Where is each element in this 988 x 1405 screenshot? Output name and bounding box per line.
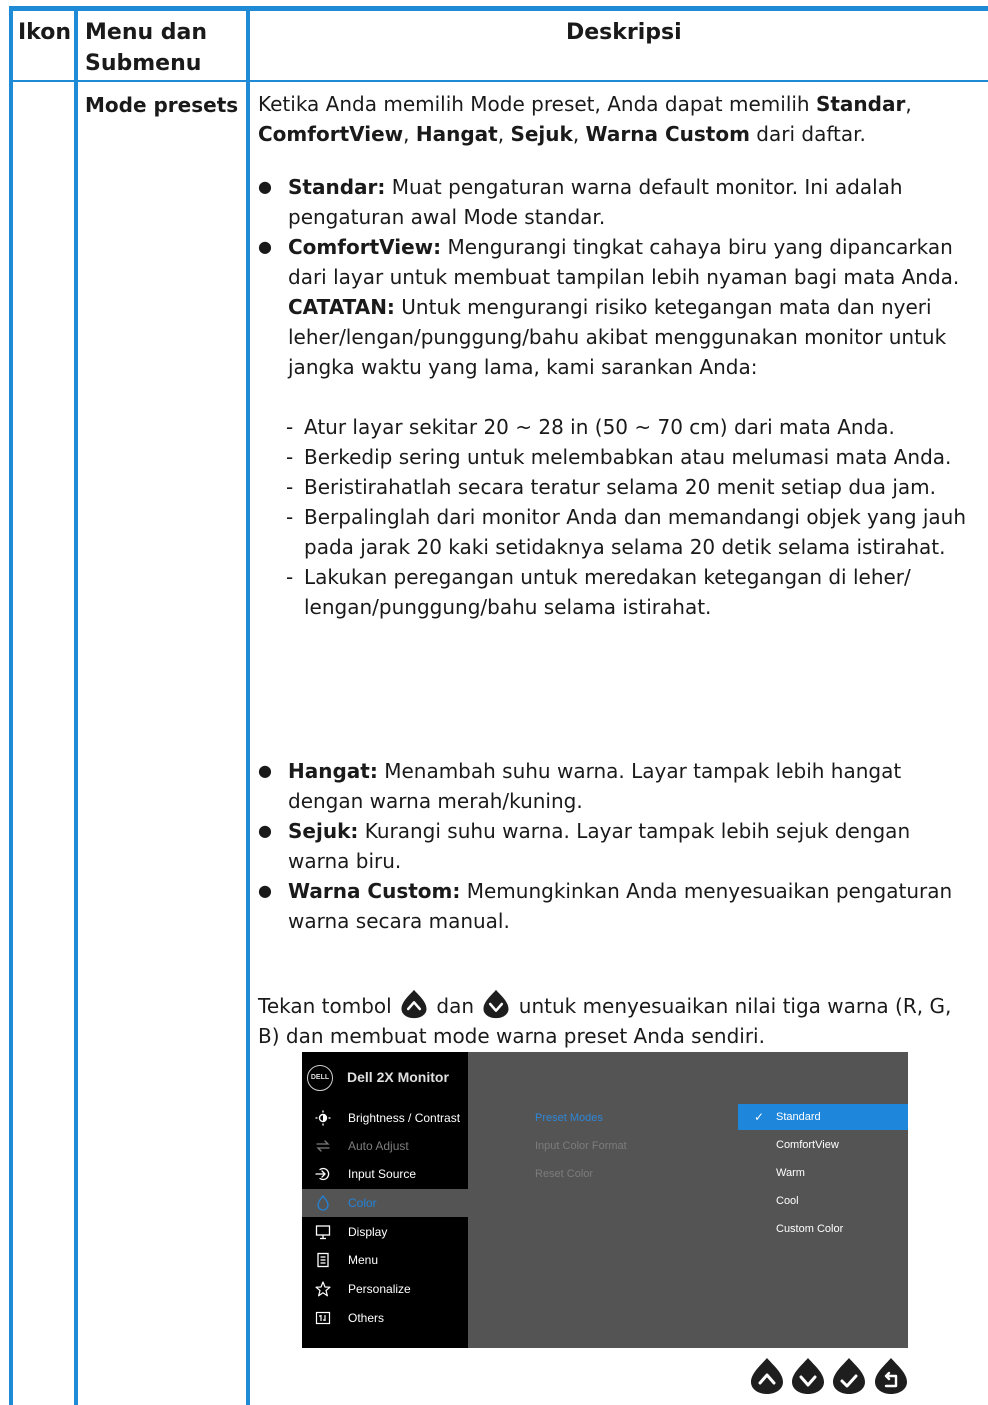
back-button[interactable] (874, 1357, 908, 1395)
bullet-list-1: Standar: Muat pengaturan warna default m… (258, 172, 976, 382)
up-button-icon (401, 989, 427, 1019)
osd-menu-brightness-contrast[interactable]: Brightness / Contrast (302, 1104, 468, 1132)
osd-option-comfortview[interactable]: ComfortView (738, 1132, 908, 1158)
menu-icon (317, 1252, 329, 1268)
osd-option-standard[interactable]: ✓ Standard (738, 1104, 908, 1130)
osd-menu-auto-adjust[interactable]: Auto Adjust (302, 1132, 468, 1160)
osd-option-warm[interactable]: Warm (738, 1160, 908, 1186)
bullet-comfortview: ComfortView: Mengurangi tingkat cahaya b… (258, 232, 976, 382)
osd-menu-screenshot: DELL Dell 2X Monitor Brightness / Contra… (302, 1052, 908, 1348)
tip-item: Berkedip sering untuk melembabkan atau m… (258, 442, 976, 472)
bullet-standar: Standar: Muat pengaturan warna default m… (258, 172, 976, 232)
dell-logo: DELL (307, 1065, 333, 1091)
auto-adjust-icon (316, 1140, 330, 1152)
intro-paragraph: Ketika Anda memilih Mode preset, Anda da… (258, 92, 912, 146)
brightness-icon (315, 1110, 331, 1126)
tip-item: Lakukan peregangan untuk meredakan keteg… (258, 562, 976, 622)
header-description: Deskripsi (566, 20, 682, 45)
table-left-rule (9, 6, 13, 1405)
osd-menu-display[interactable]: Display (302, 1218, 468, 1246)
osd-option-custom-color[interactable]: Custom Color (738, 1216, 908, 1242)
tip-item: Beristirahatlah secara teratur selama 20… (258, 472, 976, 502)
osd-menu-menu[interactable]: Menu (302, 1246, 468, 1274)
bullet-hangat: Hangat: Menambah suhu warna. Layar tampa… (258, 756, 976, 816)
header-rule (9, 80, 988, 82)
table-top-rule (9, 6, 988, 11)
osd-option-cool[interactable]: Cool (738, 1188, 908, 1214)
column-rule-1 (74, 6, 78, 1405)
osd-menu-others[interactable]: Others (302, 1304, 468, 1332)
osd-menu-personalize[interactable]: Personalize (302, 1275, 468, 1303)
color-icon (317, 1195, 329, 1211)
osd-submenu-input-color-format[interactable]: Input Color Format (535, 1140, 627, 1152)
up-button[interactable] (750, 1357, 784, 1395)
menu-name: Mode presets (85, 93, 239, 117)
others-icon (315, 1311, 331, 1325)
header-icon: Ikon (18, 20, 72, 45)
tips-list: Atur layar sekitar 20 ~ 28 in (50 ~ 70 c… (258, 412, 976, 622)
osd-title: Dell 2X Monitor (347, 1069, 449, 1085)
osd-menu-input-source[interactable]: Input Source (302, 1160, 468, 1188)
input-source-icon (315, 1167, 330, 1181)
bullet-sejuk: Sejuk: Kurangi suhu warna. Layar tampak … (258, 816, 976, 876)
ok-button[interactable] (832, 1357, 866, 1395)
osd-menu-color[interactable]: Color (302, 1189, 468, 1217)
header-menu: Menu dan Submenu (85, 20, 208, 76)
document-page: Ikon Menu dan Submenu Deskripsi Mode pre… (0, 0, 988, 1405)
tip-item: Atur layar sekitar 20 ~ 28 in (50 ~ 70 c… (258, 412, 976, 442)
osd-submenu-preset-modes[interactable]: Preset Modes (535, 1112, 603, 1124)
down-button[interactable] (791, 1357, 825, 1395)
star-icon (315, 1281, 331, 1297)
column-rule-2 (246, 6, 250, 1405)
display-icon (315, 1225, 331, 1240)
bullet-warna-custom: Warna Custom: Memungkinkan Anda menyesua… (258, 876, 976, 936)
tip-item: Berpalinglah dari monitor Anda dan meman… (258, 502, 976, 562)
bullet-list-2: Hangat: Menambah suhu warna. Layar tampa… (258, 756, 976, 936)
osd-submenu-reset-color[interactable]: Reset Color (535, 1168, 593, 1180)
check-icon: ✓ (754, 1110, 765, 1124)
press-buttons-paragraph: Tekan tombol dan untuk menyesuaikan nila… (258, 989, 976, 1051)
down-button-icon (483, 989, 509, 1019)
